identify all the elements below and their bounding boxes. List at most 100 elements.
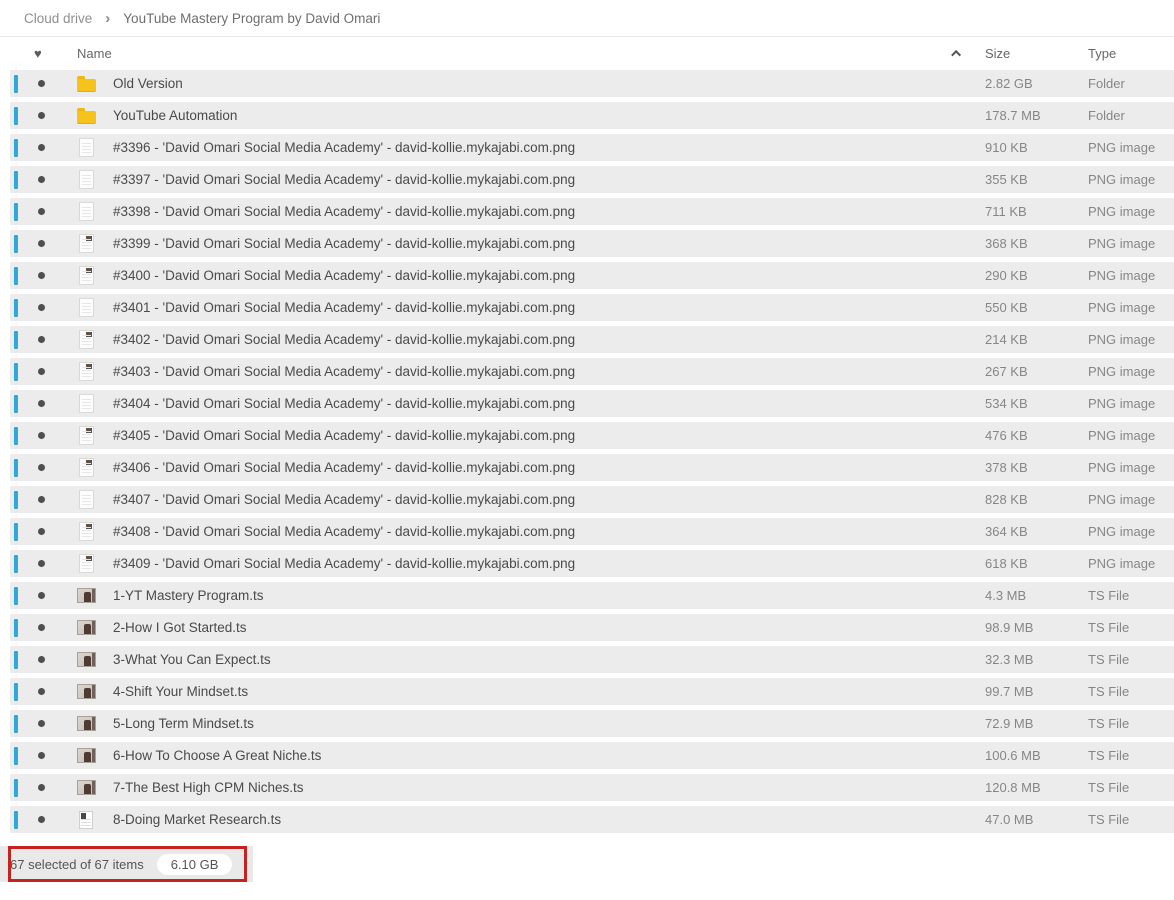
file-type: PNG image [1088, 332, 1174, 347]
file-name: 3-What You Can Expect.ts [108, 652, 985, 667]
row-bullet-cell [18, 496, 64, 503]
file-name: 5-Long Term Mindset.ts [108, 716, 985, 731]
video-icon [77, 588, 96, 603]
total-size-badge: 6.10 GB [157, 854, 233, 875]
image-icon [79, 490, 94, 509]
file-size: 476 KB [985, 428, 1088, 443]
file-name: 6-How To Choose A Great Niche.ts [108, 748, 985, 763]
file-row[interactable]: #3400 - 'David Omari Social Media Academ… [10, 262, 1174, 289]
file-size: 100.6 MB [985, 748, 1088, 763]
bullet-dot-icon [38, 720, 45, 727]
bullet-dot-icon [38, 272, 45, 279]
file-name: #3403 - 'David Omari Social Media Academ… [108, 364, 985, 379]
file-name: #3398 - 'David Omari Social Media Academ… [108, 204, 985, 219]
file-row[interactable]: 1-YT Mastery Program.ts 4.3 MB TS File [10, 582, 1174, 609]
folder-icon [77, 79, 96, 92]
file-size: 72.9 MB [985, 716, 1088, 731]
file-list: Old Version 2.82 GB Folder YouTube Autom… [10, 70, 1174, 833]
column-header-type[interactable]: Type [1088, 46, 1174, 61]
favorite-heart-icon[interactable]: ♥ [34, 47, 48, 60]
file-size: 99.7 MB [985, 684, 1088, 699]
column-header-size[interactable]: Size [985, 46, 1088, 61]
file-size: 364 KB [985, 524, 1088, 539]
breadcrumb-current-folder: YouTube Mastery Program by David Omari [123, 11, 380, 26]
bullet-dot-icon [38, 80, 45, 87]
bullet-dot-icon [38, 432, 45, 439]
row-bullet-cell [18, 208, 64, 215]
file-size: 910 KB [985, 140, 1088, 155]
file-row[interactable]: #3402 - 'David Omari Social Media Academ… [10, 326, 1174, 353]
file-name: #3399 - 'David Omari Social Media Academ… [108, 236, 985, 251]
file-row[interactable]: #3407 - 'David Omari Social Media Academ… [10, 486, 1174, 513]
bullet-dot-icon [38, 464, 45, 471]
file-size: 368 KB [985, 236, 1088, 251]
row-bullet-cell [18, 784, 64, 791]
row-bullet-cell [18, 432, 64, 439]
file-name: #3397 - 'David Omari Social Media Academ… [108, 172, 985, 187]
video-icon [77, 748, 96, 763]
row-bullet-cell [18, 144, 64, 151]
file-row[interactable]: #3409 - 'David Omari Social Media Academ… [10, 550, 1174, 577]
file-row[interactable]: 3-What You Can Expect.ts 32.3 MB TS File [10, 646, 1174, 673]
file-row[interactable]: #3404 - 'David Omari Social Media Academ… [10, 390, 1174, 417]
bullet-dot-icon [38, 496, 45, 503]
bullet-dot-icon [38, 400, 45, 407]
image-dark-icon [79, 330, 94, 349]
row-bullet-cell [18, 368, 64, 375]
file-row[interactable]: #3401 - 'David Omari Social Media Academ… [10, 294, 1174, 321]
file-size: 290 KB [985, 268, 1088, 283]
file-name: #3402 - 'David Omari Social Media Academ… [108, 332, 985, 347]
file-row[interactable]: 6-How To Choose A Great Niche.ts 100.6 M… [10, 742, 1174, 769]
image-dark-icon [79, 426, 94, 445]
file-row[interactable]: #3408 - 'David Omari Social Media Academ… [10, 518, 1174, 545]
breadcrumb: Cloud drive › YouTube Mastery Program by… [0, 0, 1174, 37]
file-type: PNG image [1088, 300, 1174, 315]
file-row[interactable]: #3399 - 'David Omari Social Media Academ… [10, 230, 1174, 257]
row-bullet-cell [18, 400, 64, 407]
image-dark-icon [79, 554, 94, 573]
file-row[interactable]: 4-Shift Your Mindset.ts 99.7 MB TS File [10, 678, 1174, 705]
image-dark-icon [79, 234, 94, 253]
file-row[interactable]: #3405 - 'David Omari Social Media Academ… [10, 422, 1174, 449]
file-row[interactable]: 5-Long Term Mindset.ts 72.9 MB TS File [10, 710, 1174, 737]
file-row[interactable]: YouTube Automation 178.7 MB Folder [10, 102, 1174, 129]
image-icon [79, 170, 94, 189]
image-icon [79, 298, 94, 317]
row-bullet-cell [18, 272, 64, 279]
column-header-name[interactable]: Name [77, 46, 112, 61]
bullet-dot-icon [38, 208, 45, 215]
file-size: 32.3 MB [985, 652, 1088, 667]
row-bullet-cell [18, 80, 64, 87]
breadcrumb-cloud-drive[interactable]: Cloud drive [24, 11, 92, 26]
file-type: TS File [1088, 780, 1174, 795]
file-row[interactable]: #3406 - 'David Omari Social Media Academ… [10, 454, 1174, 481]
video-icon [77, 620, 96, 635]
row-bullet-cell [18, 528, 64, 535]
bullet-dot-icon [38, 784, 45, 791]
file-row[interactable]: 2-How I Got Started.ts 98.9 MB TS File [10, 614, 1174, 641]
file-size: 618 KB [985, 556, 1088, 571]
file-row[interactable]: #3398 - 'David Omari Social Media Academ… [10, 198, 1174, 225]
file-row[interactable]: Old Version 2.82 GB Folder [10, 70, 1174, 97]
bullet-dot-icon [38, 176, 45, 183]
file-row[interactable]: 8-Doing Market Research.ts 47.0 MB TS Fi… [10, 806, 1174, 833]
file-row[interactable]: 7-The Best High CPM Niches.ts 120.8 MB T… [10, 774, 1174, 801]
file-row[interactable]: #3403 - 'David Omari Social Media Academ… [10, 358, 1174, 385]
file-row[interactable]: #3396 - 'David Omari Social Media Academ… [10, 134, 1174, 161]
file-name: 8-Doing Market Research.ts [108, 812, 985, 827]
file-size: 47.0 MB [985, 812, 1088, 827]
file-row[interactable]: #3397 - 'David Omari Social Media Academ… [10, 166, 1174, 193]
bullet-dot-icon [38, 560, 45, 567]
bullet-dot-icon [38, 368, 45, 375]
file-type: PNG image [1088, 556, 1174, 571]
bullet-dot-icon [38, 112, 45, 119]
file-type: TS File [1088, 716, 1174, 731]
file-name: 1-YT Mastery Program.ts [108, 588, 985, 603]
row-bullet-cell [18, 624, 64, 631]
image-icon [79, 202, 94, 221]
file-size: 120.8 MB [985, 780, 1088, 795]
chevron-right-icon: › [105, 11, 110, 26]
list-header: ♥ Name Size Type [0, 37, 1174, 70]
selection-count-text: 67 selected of 67 items [0, 857, 144, 872]
file-type: PNG image [1088, 204, 1174, 219]
